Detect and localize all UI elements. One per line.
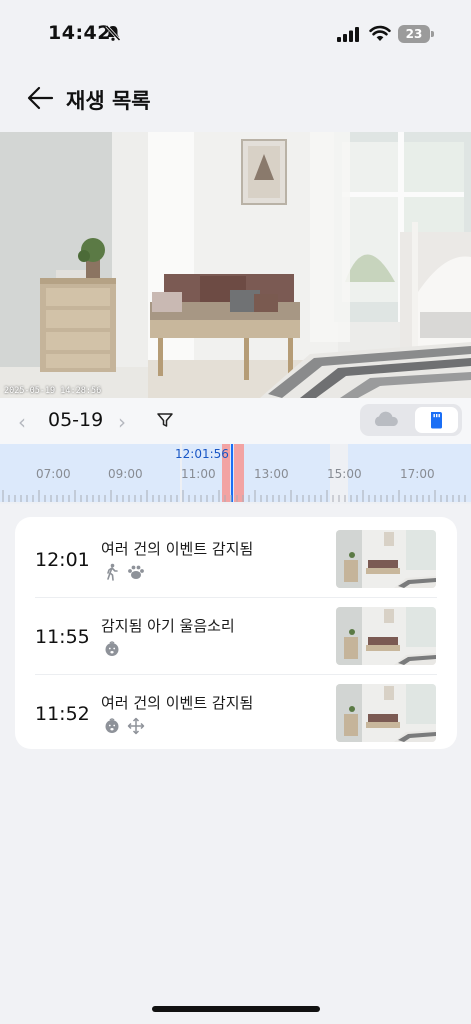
timeline-hour-label: 09:00 <box>108 467 143 481</box>
event-thumbnail-image <box>336 684 436 742</box>
event-title: 여러 건의 이벤트 감지됨 <box>101 694 254 712</box>
filter-icon[interactable] <box>156 411 174 429</box>
battery-tip <box>431 31 434 37</box>
playhead-time: 12:01:56 <box>175 447 229 461</box>
event-row[interactable]: 11:52 여러 건의 이벤트 감지됨 <box>15 675 457 752</box>
page-title: 재생 목록 <box>66 89 151 113</box>
timeline-hour-label: 13:00 <box>254 467 289 481</box>
video-player[interactable]: 2025-05-19 14:28:56 <box>0 132 471 398</box>
status-bar: 14:42 23 <box>0 0 471 70</box>
event-row[interactable]: 11:55 감지됨 아기 울음소리 <box>15 598 457 675</box>
silent-bell-icon <box>105 24 121 42</box>
cloud-storage-button[interactable] <box>364 407 408 433</box>
event-time: 12:01 <box>35 549 90 571</box>
date-navigation-bar: ‹ 05-19 › <box>0 398 471 444</box>
sd-card-icon <box>431 412 442 429</box>
timeline-hour-label: 15:00 <box>327 467 362 481</box>
selected-date[interactable]: 05-19 <box>48 409 103 431</box>
event-title: 여러 건의 이벤트 감지됨 <box>101 540 254 558</box>
person-motion-icon <box>107 563 118 581</box>
event-thumbnail[interactable] <box>336 530 436 588</box>
timeline-hour-label: 11:00 <box>181 467 216 481</box>
previous-day-chevron-icon[interactable]: ‹ <box>18 410 26 434</box>
next-day-chevron-icon[interactable]: › <box>118 410 126 434</box>
video-frame-image <box>0 132 471 398</box>
baby-cry-icon <box>105 641 119 656</box>
event-thumbnail-image <box>336 607 436 665</box>
event-time: 11:55 <box>35 626 90 648</box>
event-thumbnail-image <box>336 530 436 588</box>
motion-move-icon <box>127 717 145 735</box>
sd-card-storage-button[interactable] <box>415 407 458 433</box>
cloud-icon <box>374 411 398 426</box>
event-title: 감지됨 아기 울음소리 <box>101 617 235 635</box>
event-time: 11:52 <box>35 703 90 725</box>
status-time: 14:42 <box>48 22 111 44</box>
playback-timeline[interactable]: 12:01:56 07:00 09:00 11:00 13:00 15:00 1… <box>0 444 471 504</box>
event-thumbnail[interactable] <box>336 684 436 742</box>
pet-paw-icon <box>128 565 144 579</box>
header: 재생 목록 <box>0 75 471 125</box>
storage-source-toggle <box>360 404 462 436</box>
back-arrow-icon[interactable] <box>26 85 56 111</box>
timeline-ticks <box>2 490 466 502</box>
timeline-hour-label: 07:00 <box>36 467 71 481</box>
event-thumbnail[interactable] <box>336 607 436 665</box>
timeline-hour-label: 17:00 <box>400 467 435 481</box>
wifi-icon <box>369 25 391 41</box>
event-row[interactable]: 12:01 여러 건의 이벤트 감지됨 <box>15 521 457 598</box>
event-list: 12:01 여러 건의 이벤트 감지됨 11:55 감지됨 아기 울음소리 11… <box>15 517 457 749</box>
baby-cry-icon <box>105 718 119 733</box>
cellular-signal-icon <box>337 27 359 42</box>
home-indicator[interactable] <box>152 1006 320 1012</box>
battery-level: 23 <box>398 25 430 43</box>
video-timestamp: 2025-05-19 14:28:56 <box>4 386 102 396</box>
